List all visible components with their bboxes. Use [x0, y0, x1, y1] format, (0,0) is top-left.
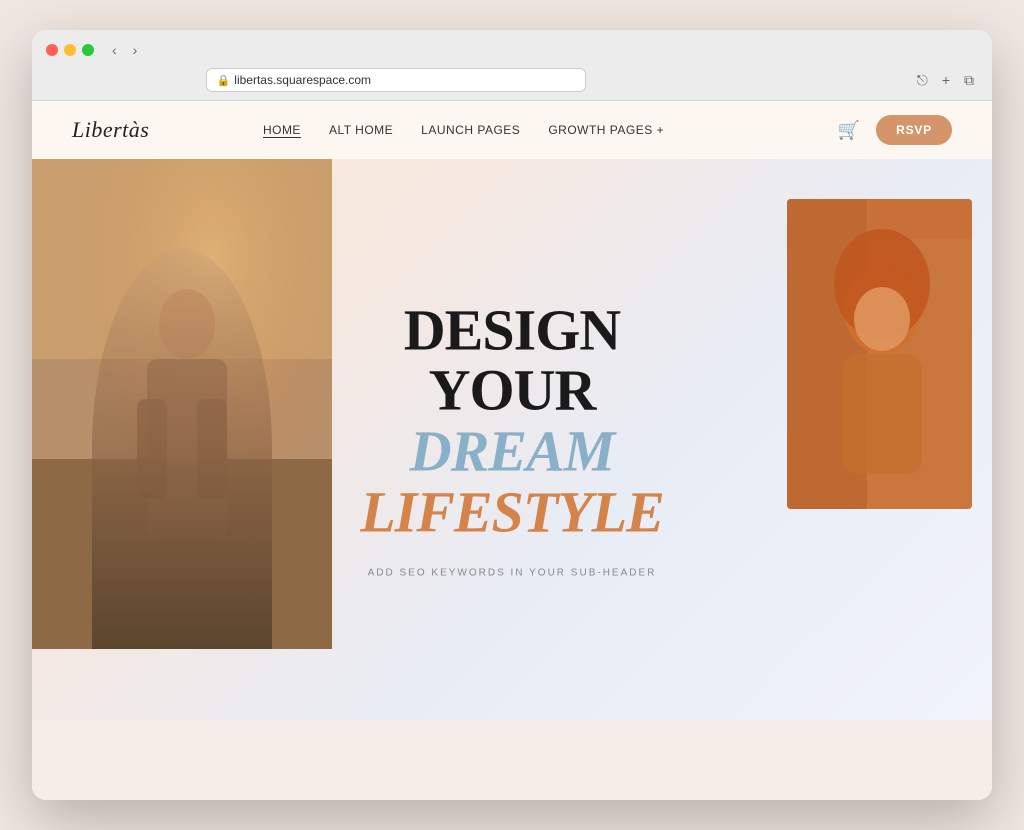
nav-link-launch-pages[interactable]: LAUNCH PAGES	[421, 123, 520, 137]
browser-controls: ‹ ›	[46, 40, 978, 60]
nav-link-alt-home[interactable]: ALT HOME	[329, 123, 393, 137]
nav-item-home[interactable]: HOME	[263, 121, 301, 139]
back-button[interactable]: ‹	[108, 40, 121, 60]
hero-left-svg	[32, 159, 332, 649]
minimize-button[interactable]	[64, 44, 76, 56]
hero-title-line1: DESIGN	[342, 300, 682, 361]
hero-photo-right	[787, 199, 972, 509]
hero-subtitle: ADD SEO KEYWORDS IN YOUR SUB-HEADER	[342, 568, 682, 579]
browser-action-buttons: ⎋ + ⧉	[913, 70, 978, 91]
nav-links: HOME ALT HOME LAUNCH PAGES GROWTH PAGES …	[263, 121, 664, 139]
nav-link-home[interactable]: HOME	[263, 123, 301, 137]
windows-button[interactable]: ⧉	[960, 70, 978, 91]
hero-right-svg	[787, 199, 972, 509]
hero-title-line2: YOUR DREAM	[342, 361, 682, 483]
cart-icon[interactable]: 🛒	[838, 120, 860, 141]
browser-window: ‹ › 🔒 libertas.squarespace.com ⎋ + ⧉ Lib…	[32, 30, 992, 800]
close-button[interactable]	[46, 44, 58, 56]
nav-link-growth-pages[interactable]: GROWTH PAGES +	[548, 123, 664, 137]
rsvp-button[interactable]: RSVP	[876, 115, 952, 145]
lock-icon: 🔒	[217, 74, 231, 87]
hero-section: DESIGN YOUR DREAM LIFESTYLE ADD SEO KEYW…	[32, 159, 992, 720]
hero-title-line3: LIFESTYLE	[342, 483, 682, 544]
site-logo[interactable]: Libertàs	[72, 117, 149, 143]
share-button[interactable]: ⎋	[913, 70, 932, 91]
nav-item-growth-pages[interactable]: GROWTH PAGES +	[548, 121, 664, 139]
hero-word-your: YOUR	[429, 358, 596, 423]
hero-photo-left-placeholder	[32, 159, 332, 649]
address-bar[interactable]: 🔒 libertas.squarespace.com	[206, 68, 586, 92]
hero-text: DESIGN YOUR DREAM LIFESTYLE ADD SEO KEYW…	[342, 300, 682, 579]
hero-photo-right-placeholder	[787, 199, 972, 509]
site-footer-area	[32, 720, 992, 800]
hero-photo-left	[32, 159, 332, 649]
hero-word-dream: DREAM	[410, 419, 615, 484]
url-text: libertas.squarespace.com	[234, 73, 371, 87]
nav-item-launch-pages[interactable]: LAUNCH PAGES	[421, 121, 520, 139]
navigation: Libertàs HOME ALT HOME LAUNCH PAGES GROW…	[32, 101, 992, 159]
website-content: Libertàs HOME ALT HOME LAUNCH PAGES GROW…	[32, 101, 992, 800]
traffic-lights	[46, 44, 94, 56]
address-bar-row: 🔒 libertas.squarespace.com ⎋ + ⧉	[46, 68, 978, 92]
nav-right: 🛒 RSVP	[838, 115, 952, 145]
hero-title: DESIGN YOUR DREAM LIFESTYLE	[342, 300, 682, 544]
nav-item-alt-home[interactable]: ALT HOME	[329, 121, 393, 139]
forward-button[interactable]: ›	[129, 40, 142, 60]
browser-chrome: ‹ › 🔒 libertas.squarespace.com ⎋ + ⧉	[32, 30, 992, 101]
maximize-button[interactable]	[82, 44, 94, 56]
new-tab-button[interactable]: +	[938, 70, 954, 91]
